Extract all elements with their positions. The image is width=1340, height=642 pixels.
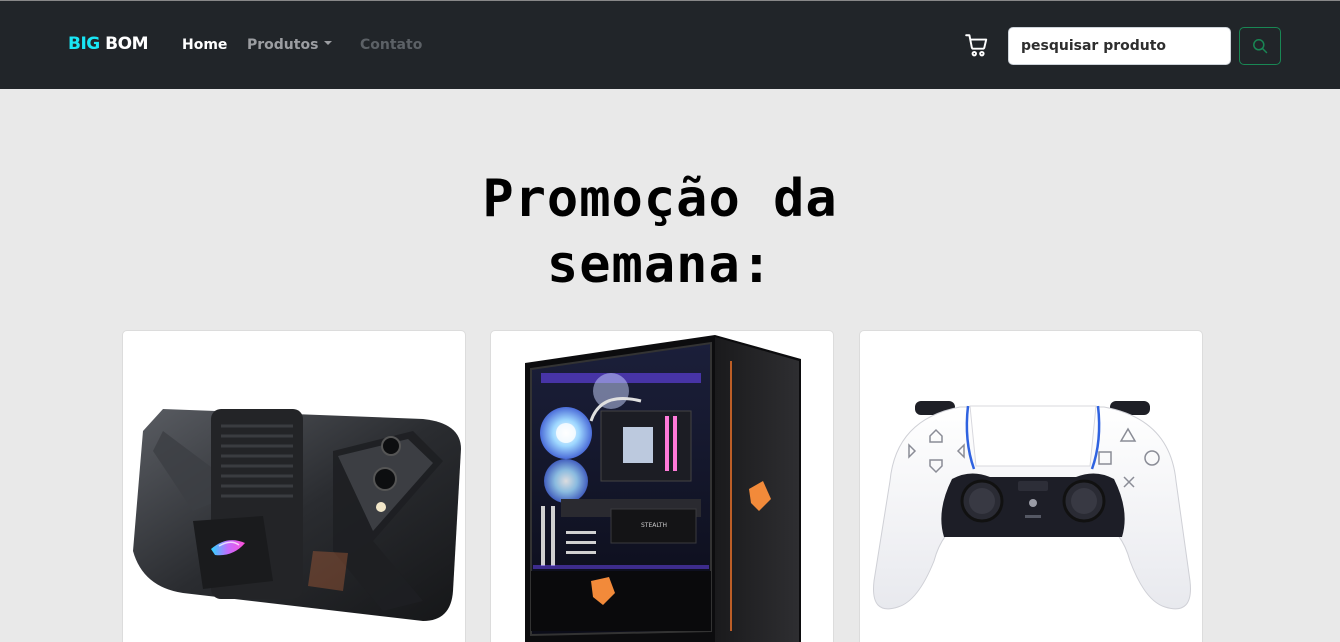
product-card[interactable] [122,330,466,642]
nav-dropdown-produtos[interactable]: Produtos [247,37,333,53]
brand-part2: BOM [105,34,148,54]
gaming-phone-image [133,409,461,621]
search-button[interactable] [1239,27,1281,65]
cart-button[interactable] [964,32,990,58]
product-card[interactable] [859,330,1203,642]
nav-produtos-label: Produtos [247,37,319,53]
brand-part1: BIG [68,34,100,54]
navbar: BIG BOM Home Produtos Contato [0,0,1340,89]
chevron-down-icon [324,41,333,45]
product-card[interactable]: STEALTH [490,330,834,642]
page-title: Promoção da semana: [380,166,940,298]
game-controller-image [873,401,1191,610]
search-input[interactable] [1008,27,1231,65]
nav-link-home[interactable]: Home [182,37,227,53]
page-title-line2: semana: [546,235,774,295]
nav-link-contato[interactable]: Contato [360,37,422,53]
cart-icon [965,34,988,57]
page-title-line1: Promoção da [482,169,838,229]
search-icon [1253,39,1268,54]
gaming-pc-case-image: STEALTH [525,335,801,642]
brand-logo[interactable]: BIG BOM [68,34,148,54]
svg-text:STEALTH: STEALTH [641,522,667,529]
